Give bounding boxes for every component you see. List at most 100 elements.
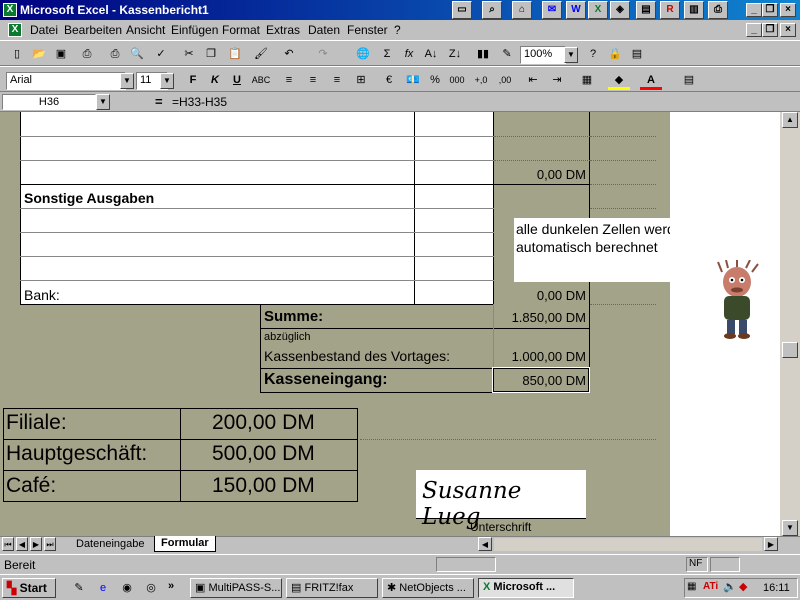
ati-icon[interactable]: ATi bbox=[703, 581, 718, 592]
outlook-icon[interactable]: ◎ bbox=[140, 578, 162, 598]
merge-center-icon[interactable]: ⊞ bbox=[350, 70, 372, 90]
bold-icon[interactable]: F bbox=[182, 70, 204, 90]
home-icon[interactable]: ⌂ bbox=[512, 1, 532, 19]
borders-icon[interactable]: ▦ bbox=[576, 70, 598, 90]
folder-icon[interactable]: ▭ bbox=[452, 1, 472, 19]
font-color-icon[interactable]: A bbox=[640, 70, 662, 90]
print-icon[interactable]: ⎙ bbox=[104, 44, 126, 64]
italic-icon[interactable]: K bbox=[204, 70, 226, 90]
align-left-icon[interactable]: ≡ bbox=[278, 70, 300, 90]
format-painter-icon[interactable]: 🖌 bbox=[250, 44, 272, 64]
hauptgeschaeft-label[interactable]: Hauptgeschäft: bbox=[6, 442, 147, 466]
first-sheet-icon[interactable]: ⏮ bbox=[2, 537, 14, 551]
task-fritzfax[interactable]: ▤ FRITZ!fax bbox=[286, 578, 378, 598]
workbook-icon[interactable]: X bbox=[8, 23, 22, 37]
more-chevron-icon[interactable]: » bbox=[168, 580, 174, 592]
currency-icon[interactable]: 💶 bbox=[402, 70, 424, 90]
filiale-value[interactable]: 200,00 DM bbox=[212, 411, 315, 435]
scroll-thumb[interactable] bbox=[782, 342, 798, 358]
clock[interactable]: 16:11 bbox=[763, 582, 790, 594]
percent-icon[interactable]: % bbox=[424, 70, 446, 90]
sonstige-ausgaben-header[interactable]: Sonstige Ausgaben bbox=[24, 190, 154, 206]
scroll-down-icon[interactable]: ▼ bbox=[782, 520, 798, 536]
print-preview-icon[interactable]: ⎙ bbox=[76, 44, 98, 64]
undo-icon[interactable]: ↶ bbox=[278, 44, 300, 64]
mail-icon[interactable]: ✉ bbox=[542, 1, 562, 19]
abzueglich-label[interactable]: abzüglich bbox=[264, 331, 310, 343]
kassenbestand-label[interactable]: Kassenbestand des Vortages: bbox=[264, 348, 450, 364]
scroll-up-icon[interactable]: ▲ bbox=[782, 112, 798, 128]
kasseneingang-label[interactable]: Kasseneingang: bbox=[264, 371, 388, 389]
minimize-button[interactable]: _ bbox=[746, 3, 762, 17]
size-dropdown-icon[interactable]: ▼ bbox=[160, 73, 174, 89]
drawing-icon[interactable]: ✎ bbox=[496, 44, 518, 64]
network-icon[interactable]: ▦ bbox=[687, 581, 696, 592]
increase-indent-icon[interactable]: ⇥ bbox=[546, 70, 568, 90]
volume-icon[interactable]: 🔈 bbox=[723, 580, 737, 593]
desktop-icon[interactable]: ✎ bbox=[68, 578, 90, 598]
menu-format[interactable]: Format bbox=[222, 23, 260, 37]
doc-restore-button[interactable]: ❐ bbox=[762, 23, 778, 37]
channel-icon[interactable]: ◉ bbox=[116, 578, 138, 598]
new-icon[interactable]: ▯ bbox=[6, 44, 28, 64]
doc-close-button[interactable]: × bbox=[780, 23, 796, 37]
menu-fenster[interactable]: Fenster bbox=[347, 23, 388, 37]
align-right-icon[interactable]: ≡ bbox=[326, 70, 348, 90]
decrease-decimal-icon[interactable]: ,00 bbox=[494, 70, 516, 90]
menu-ansicht[interactable]: Ansicht bbox=[126, 23, 165, 37]
spelling-icon[interactable]: ✓ bbox=[150, 44, 172, 64]
strikethrough-icon[interactable]: ABC bbox=[250, 70, 272, 90]
kasseneingang-value-cell[interactable]: 850,00 DM bbox=[494, 373, 586, 388]
doc-minimize-button[interactable]: _ bbox=[746, 23, 762, 37]
red-r-icon[interactable]: R bbox=[660, 1, 680, 19]
euro-icon[interactable]: € bbox=[378, 70, 400, 90]
formula-input[interactable]: =H33-H35 bbox=[172, 95, 227, 109]
summe-label[interactable]: Summe: bbox=[264, 308, 323, 325]
maximize-button[interactable]: ❐ bbox=[762, 3, 778, 17]
vertical-scrollbar[interactable]: ▲ ▼ bbox=[780, 112, 800, 536]
summe-value-cell[interactable]: 1.850,00 DM bbox=[494, 310, 586, 325]
open-icon[interactable]: 📂 bbox=[28, 44, 50, 64]
menu-extras[interactable]: Extras bbox=[266, 23, 300, 37]
excel-icon[interactable]: X bbox=[588, 1, 608, 19]
start-button[interactable]: ▚ Start bbox=[2, 578, 56, 598]
bank-value-cell[interactable]: 0,00 DM bbox=[494, 288, 586, 303]
paste-icon[interactable]: 📋 bbox=[224, 44, 246, 64]
kassenbestand-value-cell[interactable]: 1.000,00 DM bbox=[494, 349, 586, 364]
font-dropdown-icon[interactable]: ▼ bbox=[120, 73, 134, 89]
function-icon[interactable]: fx bbox=[398, 44, 420, 64]
office-assistant-icon[interactable]: ▤ bbox=[626, 44, 648, 64]
underline-icon[interactable]: U bbox=[226, 70, 248, 90]
menu-einfuegen[interactable]: Einfügen bbox=[171, 23, 218, 37]
word-icon[interactable]: W bbox=[566, 1, 586, 19]
bank-label[interactable]: Bank: bbox=[24, 287, 60, 303]
name-box[interactable]: H36 bbox=[2, 94, 96, 110]
close-button[interactable]: × bbox=[780, 3, 796, 17]
preview-icon[interactable]: 🔍 bbox=[126, 44, 148, 64]
task-excel[interactable]: X Microsoft ... bbox=[478, 578, 574, 598]
prev-sheet-icon[interactable]: ◀ bbox=[16, 537, 28, 551]
menu-datei[interactable]: Datei bbox=[30, 23, 58, 37]
font-name-field[interactable]: Arial bbox=[6, 72, 126, 90]
ie-icon[interactable]: e bbox=[92, 578, 114, 598]
printer-icon[interactable]: ⎙ bbox=[708, 1, 728, 19]
lock-icon[interactable]: 🔒 bbox=[604, 44, 626, 64]
task-multipass[interactable]: ▣ MultiPASS-S... bbox=[190, 578, 282, 598]
antivirus-icon[interactable]: ◆ bbox=[739, 580, 747, 593]
horizontal-scroll-track[interactable] bbox=[494, 538, 762, 551]
tab-dateneingabe[interactable]: Dateneingabe bbox=[70, 537, 151, 552]
toolbar-options-icon[interactable]: ▤ bbox=[678, 70, 700, 90]
office-assistant-character-icon[interactable] bbox=[712, 259, 762, 340]
scroll-right-icon[interactable]: ▶ bbox=[764, 537, 778, 551]
explorer-icon[interactable]: ◈ bbox=[610, 1, 630, 19]
help-icon[interactable]: ? bbox=[582, 44, 604, 64]
hyperlink-icon[interactable]: 🌐 bbox=[352, 44, 374, 64]
sort-desc-icon[interactable]: Z↓ bbox=[444, 44, 466, 64]
title-bar[interactable]: X Microsoft Excel - Kassenbericht1 ▭ ⌕ ⌂… bbox=[0, 0, 800, 20]
notepad-icon[interactable]: ▥ bbox=[684, 1, 704, 19]
excel-app-icon[interactable]: X bbox=[3, 3, 17, 17]
increase-decimal-icon[interactable]: +,0 bbox=[470, 70, 492, 90]
filiale-label[interactable]: Filiale: bbox=[6, 411, 67, 435]
task-netobjects[interactable]: ✱ NetObjects ... bbox=[382, 578, 474, 598]
cut-icon[interactable]: ✂ bbox=[178, 44, 200, 64]
